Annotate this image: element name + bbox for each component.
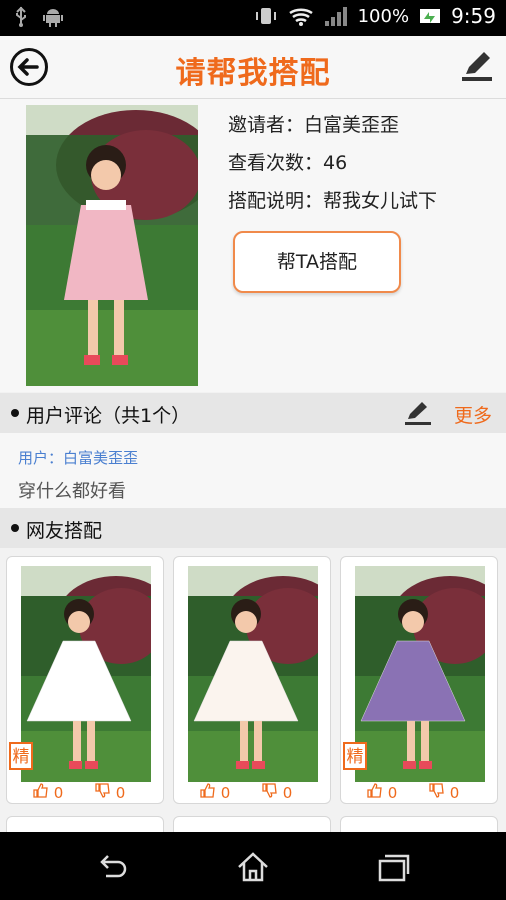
android-icon [43, 9, 63, 27]
like-button[interactable]: 0 [200, 783, 230, 802]
like-count: 0 [387, 784, 398, 802]
like-button[interactable]: 0 [33, 783, 63, 802]
bullet-icon [11, 524, 19, 532]
comment-text: 穿什么都好看 [18, 481, 126, 502]
note-text: 搭配说明：帮我女儿试下 [228, 190, 438, 212]
dislike-count: 0 [449, 784, 460, 802]
invite-info: 邀请者：白富美歪歪 查看次数：46 搭配说明：帮我女儿试下 [228, 113, 437, 227]
like-button[interactable]: 0 [367, 783, 397, 802]
thumbs-down-icon [429, 783, 444, 798]
matches-section-header: 网友搭配 [0, 508, 506, 548]
comment-item: 用户：白富美歪歪 穿什么都好看 [0, 433, 506, 508]
like-count: 0 [220, 784, 231, 802]
battery-percent: 100% [357, 5, 410, 27]
view-count-text: 查看次数：46 [228, 152, 348, 174]
back-nav-icon[interactable] [94, 850, 130, 884]
battery-icon [420, 9, 441, 23]
outfit-image [188, 566, 318, 782]
thumbs-down-icon [262, 783, 277, 798]
comments-title: 用户评论（共1个） [26, 405, 191, 427]
girl-photo-image [26, 105, 198, 386]
dislike-button[interactable]: 0 [262, 783, 292, 802]
write-comment-icon[interactable] [404, 401, 432, 427]
help-match-button[interactable]: 帮TA搭配 [233, 231, 401, 293]
inviter-text: 邀请者：白富美歪歪 [228, 114, 400, 136]
thumbs-up-icon [33, 783, 48, 798]
match-card-partial[interactable] [173, 816, 331, 832]
match-card-partial[interactable] [340, 816, 498, 832]
edit-button[interactable] [460, 50, 494, 84]
recent-apps-nav-icon[interactable] [376, 850, 412, 884]
featured-badge: 精 [9, 742, 33, 770]
status-bar: 100% 9:59 [0, 0, 506, 36]
comments-section-header: 用户评论（共1个） 更多 [0, 393, 506, 433]
main-photo[interactable] [26, 105, 198, 386]
featured-badge: 精 [343, 742, 367, 770]
dislike-button[interactable]: 0 [95, 783, 125, 802]
system-nav-bar [0, 832, 506, 900]
dislike-count: 0 [115, 784, 126, 802]
home-nav-icon[interactable] [235, 850, 271, 884]
match-card[interactable]: 精 0 0 [6, 556, 164, 804]
dislike-count: 0 [282, 784, 293, 802]
match-card[interactable]: 精 0 0 [340, 556, 498, 804]
clock: 9:59 [451, 4, 496, 28]
match-card-partial[interactable] [6, 816, 164, 832]
dislike-button[interactable]: 0 [429, 783, 459, 802]
matches-grid: 精 0 0 0 0 精 0 0 [0, 548, 506, 832]
thumbs-up-icon [200, 783, 215, 798]
thumbs-up-icon [367, 783, 382, 798]
match-card[interactable]: 0 0 [173, 556, 331, 804]
like-count: 0 [53, 784, 64, 802]
outfit-image [355, 566, 485, 782]
invite-panel: 邀请者：白富美歪歪 查看次数：46 搭配说明：帮我女儿试下 帮TA搭配 [0, 99, 506, 392]
usb-icon [16, 6, 26, 27]
app-bar: 请帮我搭配 [0, 36, 506, 99]
more-comments-link[interactable]: 更多 [454, 401, 492, 428]
wifi-icon [288, 8, 313, 26]
page-title: 请帮我搭配 [175, 56, 331, 91]
match-photo[interactable] [355, 566, 485, 782]
signal-icon [324, 7, 347, 26]
bullet-icon [11, 409, 19, 417]
comment-user[interactable]: 用户：白富美歪歪 [18, 447, 138, 468]
match-photo[interactable] [188, 566, 318, 782]
match-photo[interactable] [21, 566, 151, 782]
outfit-image [21, 566, 151, 782]
thumbs-down-icon [95, 783, 110, 798]
vibrate-icon [255, 8, 276, 24]
matches-title: 网友搭配 [26, 520, 103, 542]
